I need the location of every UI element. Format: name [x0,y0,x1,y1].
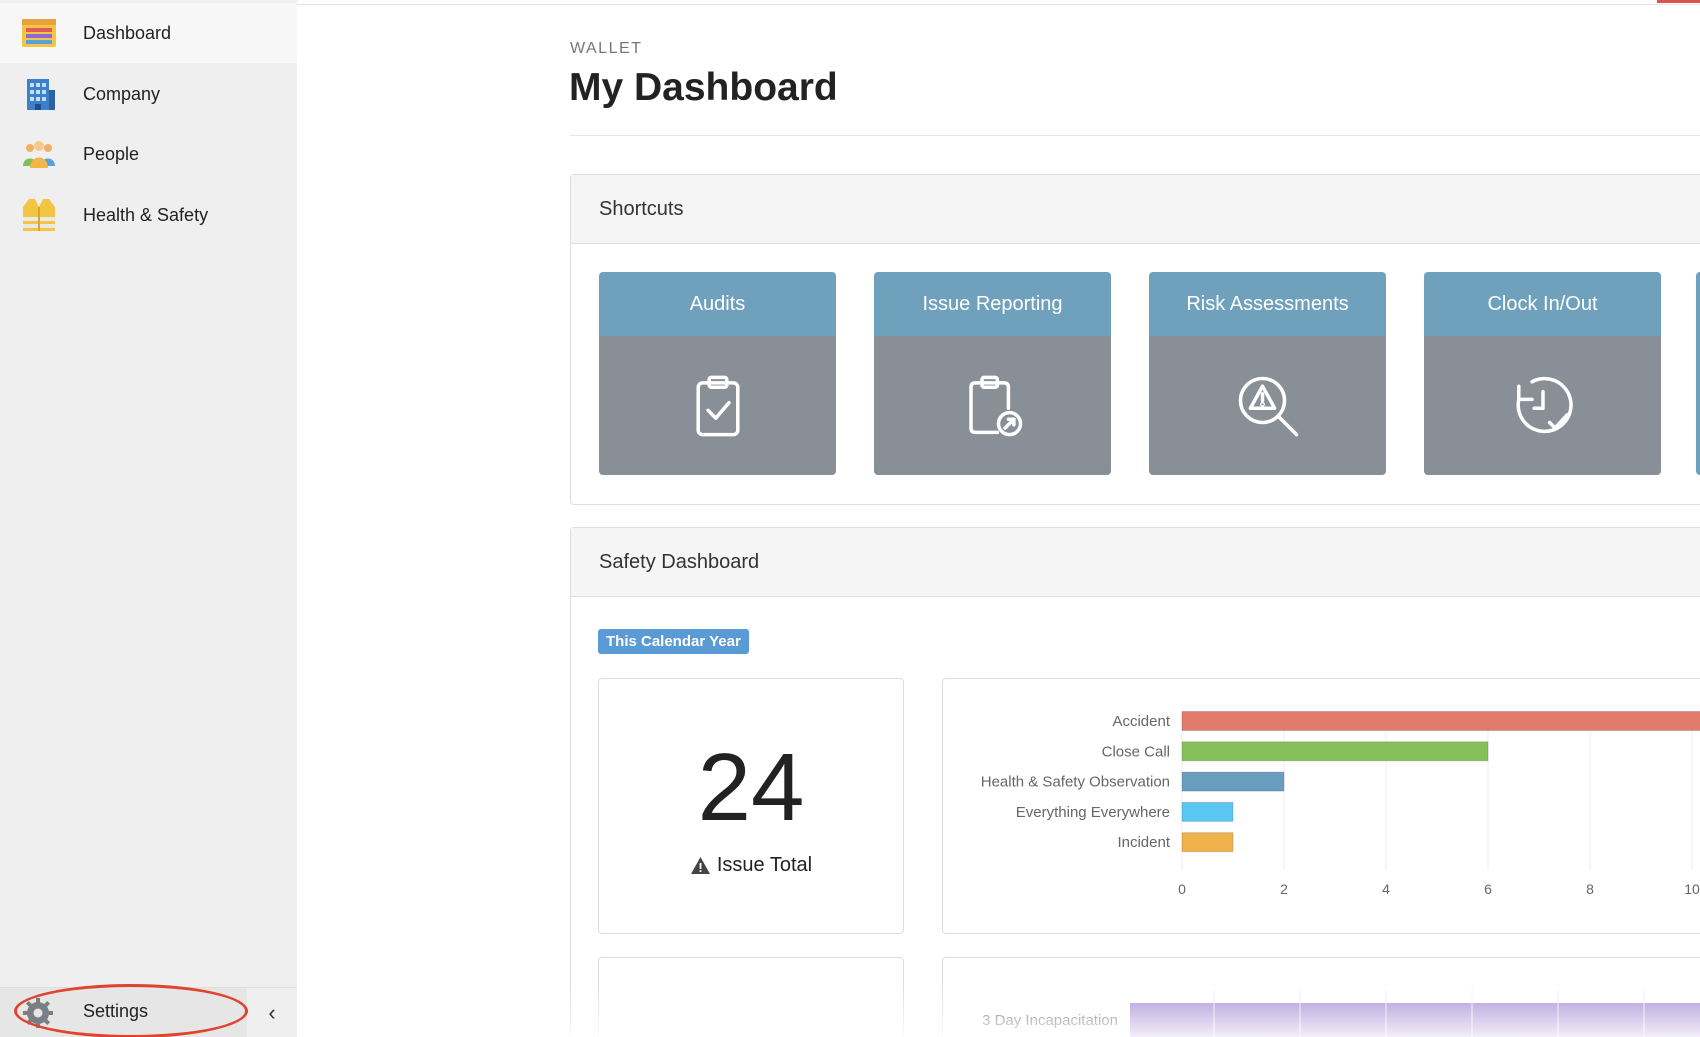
issue-total-label: Issue Total [716,854,813,876]
page-eyebrow: WALLET [570,40,643,57]
clock-check-icon [1515,376,1573,433]
shortcut-tile-partial[interactable] [1696,272,1700,475]
sidebar-item-health-safety[interactable]: Health & Safety [0,185,297,245]
sidebar-item-label: Dashboard [83,22,172,43]
issue-type-chart-card [942,678,1700,934]
clipboard-check-icon [695,375,740,436]
shortcut-tile-label: Audits [599,272,836,336]
shortcuts-panel-title: Shortcuts [571,175,1700,244]
clipboard-report-icon [968,375,1022,436]
safety-vest-icon [21,197,57,233]
app-root: Dashboard Company People Health & Safety… [0,0,1700,1037]
secondary-stat-card [598,957,904,1037]
sidebar: Dashboard Company People Health & Safety… [0,0,297,1037]
sidebar-item-settings[interactable]: Settings [0,988,247,1037]
shortcut-tile-label: Risk Assessments [1149,272,1386,336]
gear-icon [20,995,56,1031]
sidebar-item-label: Settings [83,1001,149,1021]
period-badge: This Calendar Year [598,629,749,654]
top-accent-bar [1657,0,1700,3]
people-icon [21,136,57,172]
sidebar-footer: Settings ‹ [0,987,297,1037]
shortcut-tile-clock-in-out[interactable]: Clock In/Out [1424,272,1661,475]
chevron-left-icon: ‹ [268,1000,276,1025]
warning-icon [690,857,710,874]
sidebar-item-people[interactable]: People [0,124,297,184]
sidebar-item-label: Company [83,83,161,104]
issue-total-caption: Issue Total [598,854,904,877]
sidebar-item-dashboard[interactable]: Dashboard [0,3,297,63]
issue-total-value: 24 [697,734,805,841]
sidebar-item-company[interactable]: Company [0,64,297,124]
shortcut-tile-risk-assessments[interactable]: Risk Assessments [1149,272,1386,475]
building-icon [21,76,57,112]
search-warning-icon [1238,376,1298,436]
shortcut-tile-label: Issue Reporting [874,272,1111,336]
sidebar-item-label: People [83,143,140,164]
header-divider [570,135,1700,136]
top-divider [297,4,1700,5]
incapacitation-chart-card [942,957,1700,1037]
sidebar-item-label: Health & Safety [83,204,209,225]
shortcut-tile-issue-reporting[interactable]: Issue Reporting [874,272,1111,475]
shortcut-tile-label: Clock In/Out [1424,272,1661,336]
shortcut-tile-audits[interactable]: Audits [599,272,836,475]
collapse-sidebar-button[interactable]: ‹ [247,988,297,1037]
safety-dashboard-title: Safety Dashboard [571,528,1700,597]
page-title: My Dashboard [569,66,838,109]
dashboard-icon [21,15,57,51]
